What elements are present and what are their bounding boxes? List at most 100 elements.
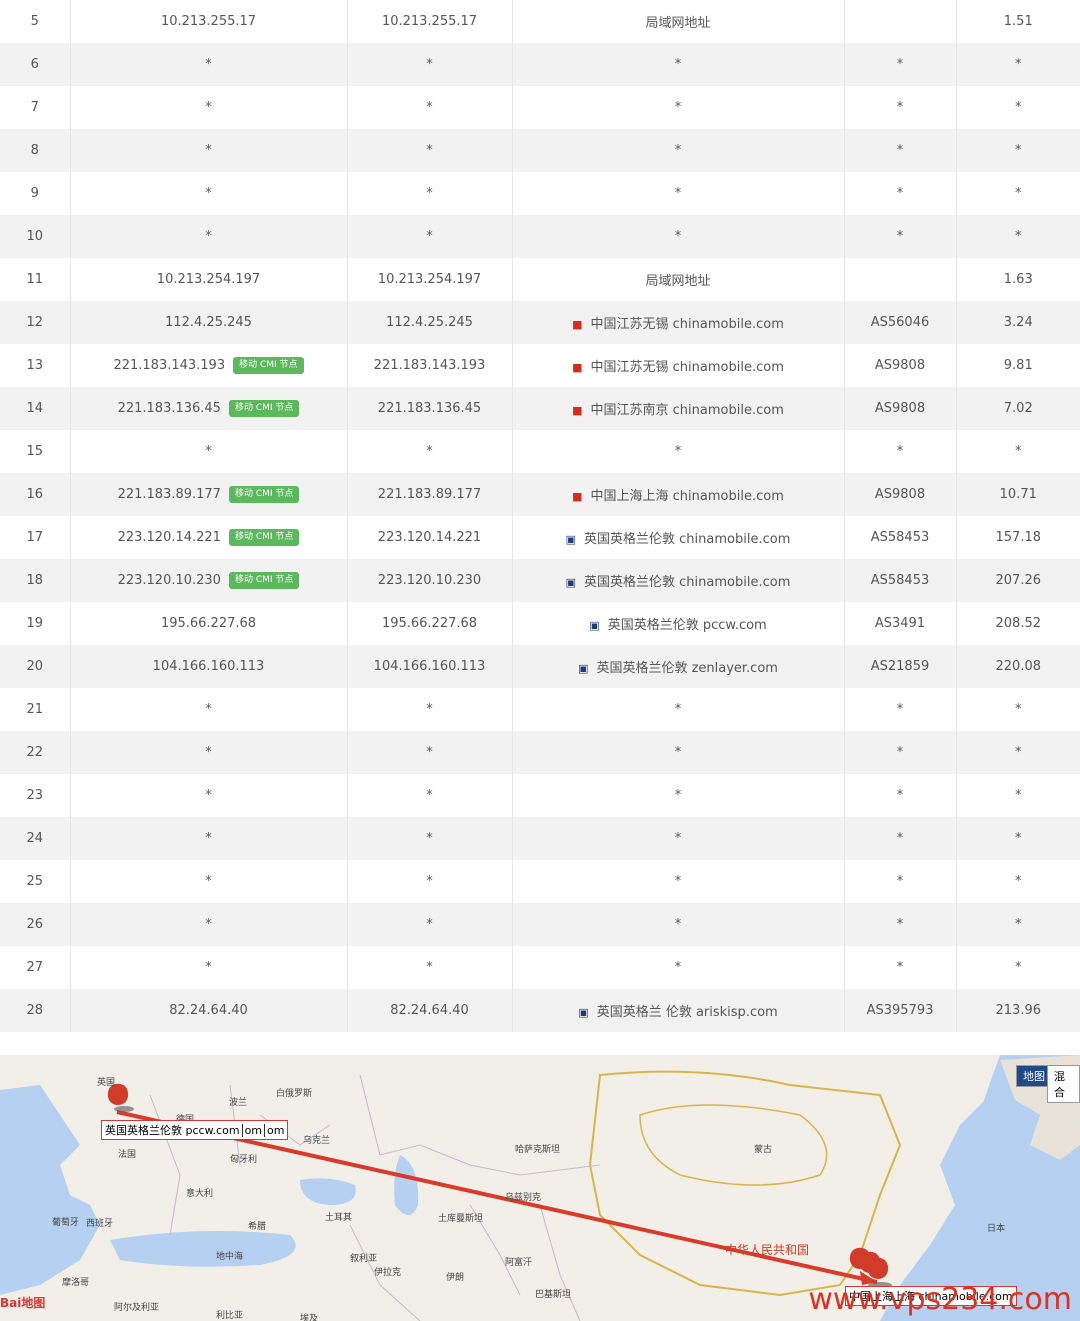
as-cell-text: * xyxy=(896,702,904,717)
uk-flag-icon: ▣ xyxy=(565,576,577,589)
as-cell: * xyxy=(844,86,957,129)
hop-cell: 14 xyxy=(0,387,71,430)
hop-cell-text: 12 xyxy=(26,315,44,330)
ip-cell-text[interactable]: * xyxy=(205,831,212,846)
as-cell xyxy=(844,258,957,301)
ip-cell-text[interactable]: * xyxy=(205,788,212,803)
ip-cell-text[interactable]: * xyxy=(205,143,212,158)
ip-cell-text[interactable]: 223.120.10.230 xyxy=(118,573,221,588)
hop-cell: 5 xyxy=(0,0,71,43)
china-flag-icon: ■ xyxy=(572,318,583,331)
ip-cell-text[interactable]: * xyxy=(205,229,212,244)
ip-cell-text[interactable]: * xyxy=(205,917,212,932)
ip-cell-text[interactable]: 112.4.25.245 xyxy=(165,315,252,330)
as-cell: AS395793 xyxy=(844,989,957,1032)
hostname-cell-text: * xyxy=(426,229,433,244)
hop-cell-text: 24 xyxy=(26,831,44,846)
map-label-syria: 叙利亚 xyxy=(350,1254,378,1264)
ip-cell-text[interactable]: 221.183.136.45 xyxy=(118,401,221,416)
map-label-japan: 日本 xyxy=(987,1224,1006,1234)
as-cell: AS56046 xyxy=(844,301,957,344)
location-text: 局域网地址 xyxy=(645,16,711,31)
ip-cell-text[interactable]: * xyxy=(205,702,212,717)
ip-cell-text[interactable]: 10.213.255.17 xyxy=(161,14,256,29)
ip-cell-text[interactable]: * xyxy=(205,186,212,201)
hostname-cell-text: * xyxy=(426,702,433,717)
ip-cell: 10.213.254.197 xyxy=(70,258,348,301)
hostname-cell-text: * xyxy=(426,143,433,158)
table-row: 27 * * * * * xyxy=(0,946,1080,989)
location-text: * xyxy=(674,745,682,760)
infobox-london-suffix: om xyxy=(241,1124,263,1137)
latency-cell-text: * xyxy=(1015,186,1022,201)
location-text: 英国英格兰伦敦 zenlayer.com xyxy=(596,661,778,676)
hop-cell-text: 21 xyxy=(26,702,44,717)
map-label-mediterranean: 地中海 xyxy=(216,1252,244,1262)
hop-cell-text: 16 xyxy=(26,487,44,502)
table-row: 15 * * * * * xyxy=(0,430,1080,473)
ip-cell: 195.66.227.68 xyxy=(70,602,348,645)
table-row: 25 * * * * * xyxy=(0,860,1080,903)
latency-cell-text: 207.26 xyxy=(995,573,1042,588)
ip-cell-text[interactable]: * xyxy=(205,745,212,760)
route-map[interactable]: 英国 波兰 白俄罗斯 德国 乌克兰 法国 匈牙利 意大利 哈萨克斯坦 蒙古 葡萄… xyxy=(0,1055,1080,1321)
location-text: 局域网地址 xyxy=(645,274,711,289)
hostname-cell: 221.183.143.193 xyxy=(347,344,513,387)
hostname-cell: * xyxy=(347,430,513,473)
hostname-cell-text: 112.4.25.245 xyxy=(386,315,473,330)
hop-cell-text: 7 xyxy=(30,100,39,115)
ip-cell-text[interactable]: 221.183.143.193 xyxy=(113,358,225,373)
ip-cell: * xyxy=(70,215,348,258)
ip-cell: 221.183.136.45 移动 CMI 节点 xyxy=(70,387,348,430)
uk-flag-icon: ▣ xyxy=(578,1006,589,1019)
hop-cell-text: 6 xyxy=(30,57,39,72)
ip-cell-text[interactable]: 195.66.227.68 xyxy=(161,616,256,631)
latency-cell-text: 220.08 xyxy=(995,659,1042,674)
as-cell: AS58453 xyxy=(844,559,957,602)
ip-cell-text[interactable]: * xyxy=(205,57,212,72)
location-cell: * xyxy=(512,903,845,946)
location-text: 英国英格兰伦敦 chinamobile.com xyxy=(584,575,791,590)
ip-cell: * xyxy=(70,774,348,817)
hostname-cell-text: * xyxy=(426,444,433,459)
ip-cell: 221.183.143.193 移动 CMI 节点 xyxy=(70,344,348,387)
location-cell: * xyxy=(512,688,845,731)
uk-flag-icon: ▣ xyxy=(589,619,600,632)
map-label-pakistan: 巴基斯坦 xyxy=(535,1290,572,1300)
hostname-cell: * xyxy=(347,817,513,860)
table-row: 28 82.24.64.40 82.24.64.40 ▣ 英国英格兰 伦敦 ariski… xyxy=(0,989,1080,1032)
ip-cell-text[interactable]: * xyxy=(205,960,212,975)
latency-cell-text: * xyxy=(1015,57,1022,72)
map-type-hybrid-button[interactable]: 混合 xyxy=(1047,1065,1080,1103)
ip-cell-text[interactable]: * xyxy=(205,444,212,459)
as-cell: * xyxy=(844,817,957,860)
as-cell: * xyxy=(844,215,957,258)
latency-cell-text: 213.96 xyxy=(995,1003,1042,1018)
ip-cell-text[interactable]: 104.166.160.113 xyxy=(153,659,265,674)
ip-cell: * xyxy=(70,817,348,860)
ip-cell-text[interactable]: * xyxy=(205,874,212,889)
uk-flag-icon: ▣ xyxy=(565,533,577,546)
latency-cell: 9.81 xyxy=(956,344,1080,387)
hop-cell-text: 17 xyxy=(26,530,44,545)
location-text: * xyxy=(674,917,682,932)
baidu-map-logo[interactable]: Bai地图 xyxy=(0,1294,45,1311)
hostname-cell-text: 104.166.160.113 xyxy=(373,659,486,674)
ip-cell-text[interactable]: 10.213.254.197 xyxy=(157,272,260,287)
ip-cell-text[interactable]: 223.120.14.221 xyxy=(118,530,221,545)
latency-cell-text: * xyxy=(1015,831,1022,846)
latency-cell: * xyxy=(956,43,1080,86)
as-cell-text: * xyxy=(896,917,904,932)
ip-cell: * xyxy=(70,43,348,86)
as-cell-text: * xyxy=(896,444,904,459)
hop-cell: 22 xyxy=(0,731,71,774)
hostname-cell: 221.183.89.177 xyxy=(347,473,513,516)
hop-cell: 28 xyxy=(0,989,71,1032)
ip-cell-text[interactable]: 221.183.89.177 xyxy=(118,487,221,502)
hostname-cell-text: * xyxy=(426,186,433,201)
infobox-london-suffix-2: om xyxy=(264,1124,285,1137)
ip-cell-text[interactable]: 82.24.64.40 xyxy=(169,1003,248,1018)
ip-cell-text[interactable]: * xyxy=(205,100,212,115)
location-cell: ▣ 英国英格兰伦敦 chinamobile.com xyxy=(512,559,845,602)
table-row: 12 112.4.25.245 112.4.25.245 ■ 中国江苏无锡 chinam… xyxy=(0,301,1080,344)
